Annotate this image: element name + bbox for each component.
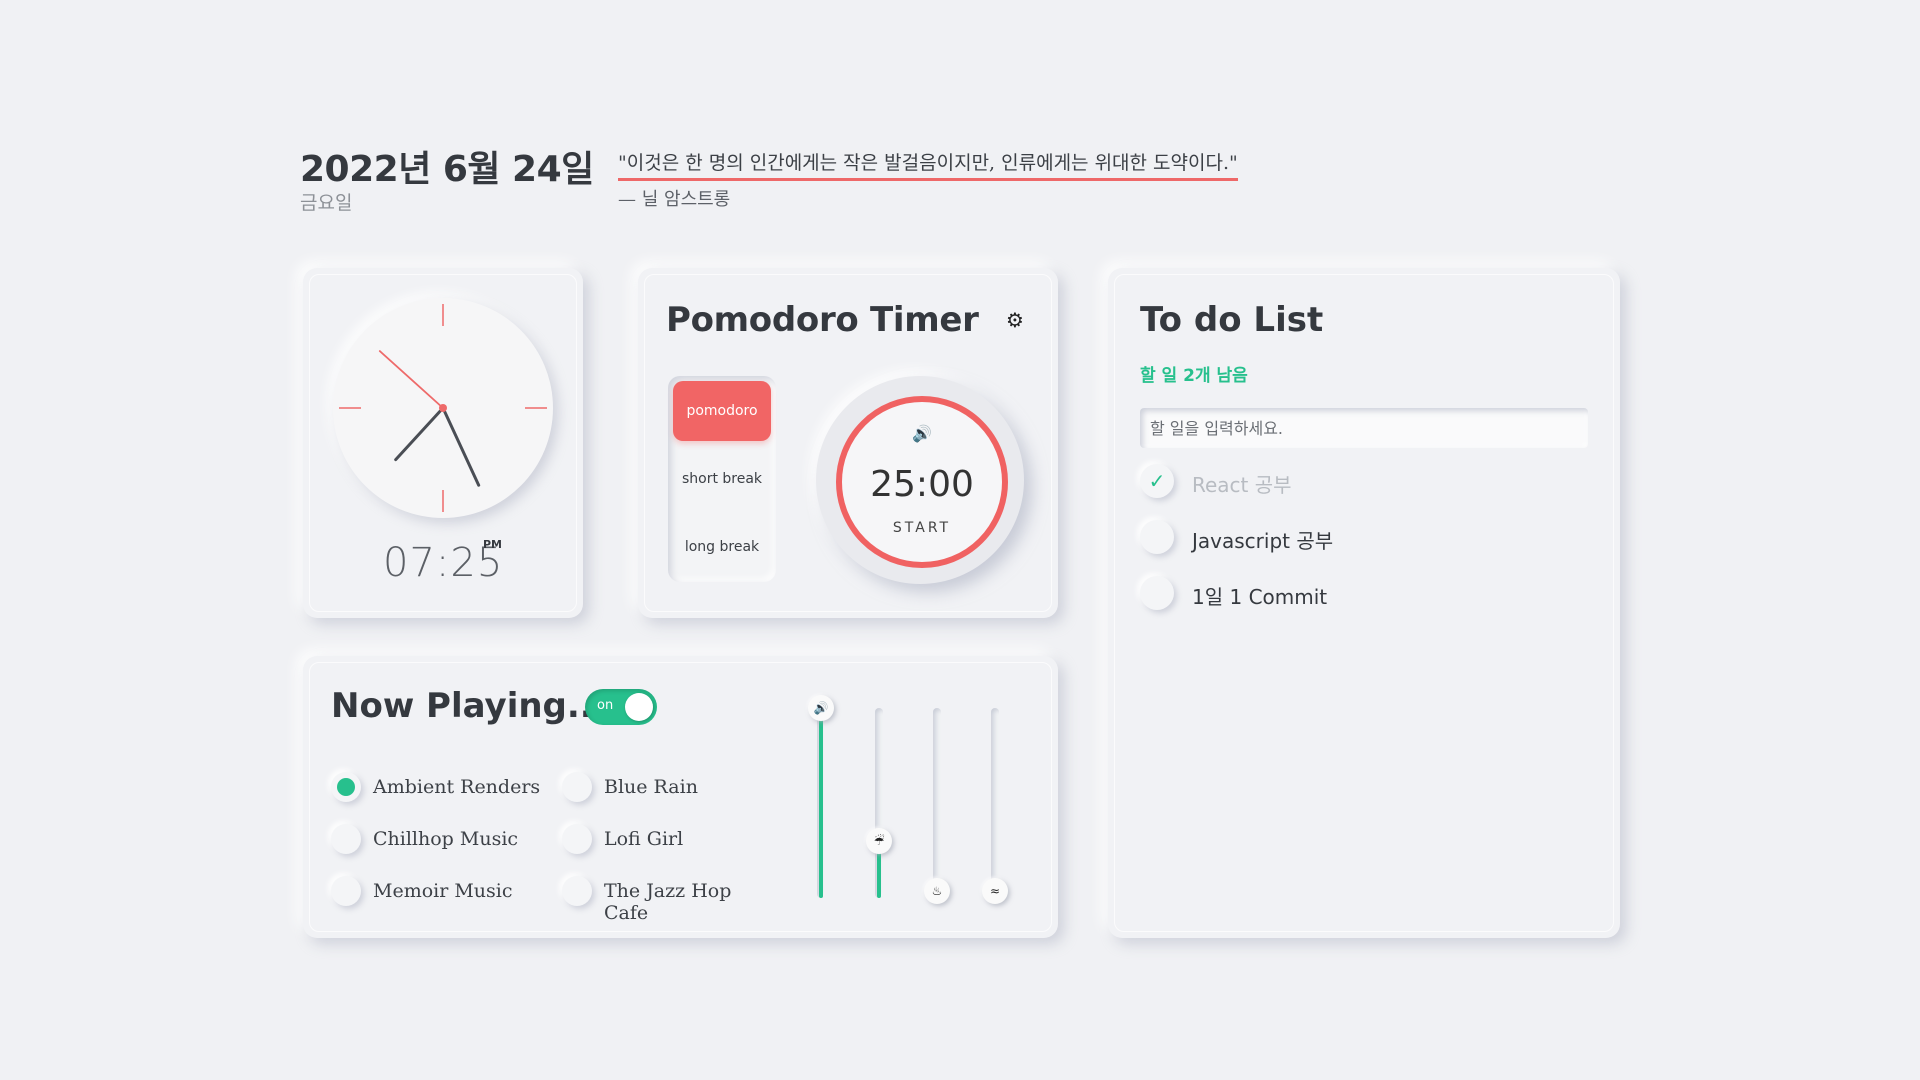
- timer-dial: 🔊 25:00 START: [816, 376, 1024, 584]
- analog-clock: [333, 298, 553, 518]
- station-chillhop-music[interactable]: Chillhop Music: [331, 824, 541, 856]
- mode-selector: pomodoro short break long break: [668, 376, 776, 582]
- todo-item-text: 1일 1 Commit: [1192, 585, 1328, 609]
- volume-slider[interactable]: 🔊: [808, 695, 834, 898]
- radio-button[interactable]: [331, 876, 361, 906]
- date-title: 2022년 6월 24일: [300, 149, 594, 190]
- mode-pomodoro-button[interactable]: pomodoro: [673, 381, 771, 441]
- speaker-icon[interactable]: 🔊: [912, 424, 932, 443]
- todo-checkbox-checked[interactable]: ✓: [1140, 464, 1174, 498]
- hour-hand: [394, 406, 445, 462]
- weekday-label: 금요일: [300, 192, 353, 214]
- minute-hand: [441, 406, 481, 487]
- toggle-knob: [625, 693, 653, 721]
- clock-svg: [339, 304, 547, 512]
- station-blue-rain[interactable]: Blue Rain: [562, 772, 772, 804]
- todo-checkbox[interactable]: [1140, 520, 1174, 554]
- radio-button[interactable]: [562, 772, 592, 802]
- speaker-icon[interactable]: 🔊: [808, 695, 834, 721]
- now-playing-title: Now Playing...: [331, 686, 606, 726]
- music-toggle[interactable]: on: [585, 689, 657, 725]
- radio-button-selected[interactable]: [331, 772, 361, 802]
- rain-volume-slider[interactable]: ☔: [866, 708, 892, 898]
- todo-item: ✓ React 공부: [1140, 464, 1580, 500]
- pomodoro-title: Pomodoro Timer: [666, 300, 979, 340]
- radio-button[interactable]: [562, 824, 592, 854]
- ampm-label: PM: [483, 538, 503, 551]
- gear-icon[interactable]: ⚙: [1006, 308, 1024, 332]
- quote-text: "이것은 한 명의 인간에게는 작은 발걸음이지만, 인류에게는 위대한 도약이…: [618, 148, 1238, 181]
- station-lofi-girl[interactable]: Lofi Girl: [562, 824, 772, 856]
- todo-title: To do List: [1140, 300, 1324, 340]
- station-memoir-music[interactable]: Memoir Music: [331, 876, 541, 908]
- todo-item-text: Javascript 공부: [1192, 529, 1334, 553]
- fire-volume-slider[interactable]: ♨: [924, 708, 950, 904]
- station-label: The Jazz Hop Cafe: [604, 880, 732, 924]
- todo-input[interactable]: [1140, 408, 1588, 448]
- todo-item-text: React 공부: [1192, 473, 1292, 497]
- campfire-icon[interactable]: ♨: [924, 878, 950, 904]
- todo-item: Javascript 공부: [1140, 520, 1580, 556]
- start-button[interactable]: START: [842, 520, 1002, 536]
- second-hand: [378, 350, 444, 409]
- station-label: Chillhop Music: [373, 828, 519, 850]
- todo-checkbox[interactable]: [1140, 576, 1174, 610]
- radio-button[interactable]: [562, 876, 592, 906]
- rain-cloud-icon[interactable]: ☔: [866, 828, 892, 854]
- timer-value: 25:00: [870, 464, 974, 505]
- radio-button[interactable]: [331, 824, 361, 854]
- station-label: Ambient Renders: [373, 776, 541, 798]
- clock-card: 07:25 PM: [303, 268, 583, 618]
- now-playing-card: Now Playing... on Ambient Renders Blue R…: [303, 656, 1058, 938]
- station-jazz-hop-cafe[interactable]: The Jazz Hop Cafe: [562, 876, 772, 924]
- pomodoro-card: Pomodoro Timer ⚙ pomodoro short break lo…: [638, 268, 1058, 618]
- station-label: Blue Rain: [604, 776, 698, 798]
- station-label: Lofi Girl: [604, 828, 684, 850]
- station-label: Memoir Music: [373, 880, 513, 902]
- slider-fill: [819, 708, 823, 898]
- todo-card: To do List 할 일 2개 남음 ✓ React 공부 Javascri…: [1108, 268, 1620, 938]
- mode-short-break-button[interactable]: short break: [673, 449, 771, 509]
- station-ambient-renders[interactable]: Ambient Renders: [331, 772, 541, 804]
- timer-ring: 🔊 25:00 START: [836, 396, 1008, 568]
- wave-volume-slider[interactable]: ≈: [982, 708, 1008, 904]
- quote-author: — 닐 암스트롱: [618, 189, 731, 210]
- toggle-label: on: [597, 698, 614, 713]
- clock-center: [439, 404, 447, 412]
- todo-item: 1일 1 Commit: [1140, 576, 1580, 612]
- mode-long-break-button[interactable]: long break: [673, 517, 771, 577]
- wave-icon[interactable]: ≈: [982, 878, 1008, 904]
- todo-remaining-count: 할 일 2개 남음: [1140, 366, 1248, 386]
